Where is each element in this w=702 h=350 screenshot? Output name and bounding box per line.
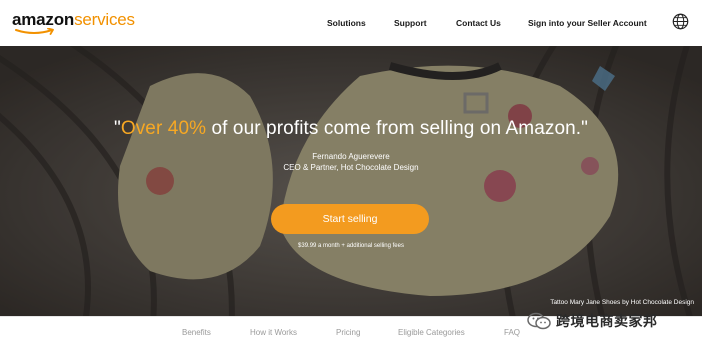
pricing-note: $39.99 a month + additional selling fees [298, 243, 404, 249]
quote-highlight: Over 40% [120, 118, 207, 139]
nav-contact-us[interactable]: Contact Us [456, 0, 501, 46]
start-selling-button[interactable]: Start selling [271, 204, 429, 234]
amazon-services-logo[interactable]: amazonservices [12, 9, 142, 39]
testimonial-quote: "Over 40% of our profits come from selli… [0, 118, 702, 140]
tab-pricing[interactable]: Pricing [336, 328, 360, 337]
site-header: amazonservices Solutions Support Contact… [0, 0, 702, 46]
quote-open-mark: " [113, 118, 121, 139]
tab-eligible-categories[interactable]: Eligible Categories [398, 328, 465, 337]
hero-overlay [0, 46, 702, 316]
quote-rest: of our profits come from selling on Amaz… [206, 118, 589, 139]
tab-benefits[interactable]: Benefits [182, 328, 211, 337]
testimonial-author: Fernando Aguerevere CEO & Partner, Hot C… [0, 151, 702, 173]
nav-sign-in[interactable]: Sign into your Seller Account [528, 0, 647, 46]
wechat-icon [527, 312, 551, 330]
tab-faq[interactable]: FAQ [504, 328, 520, 337]
image-caption: Tattoo Mary Jane Shoes by Hot Chocolate … [550, 299, 694, 306]
watermark: 跨境电商卖家邦 [526, 306, 658, 336]
nav-support[interactable]: Support [394, 0, 427, 46]
watermark-text: 跨境电商卖家邦 [556, 313, 658, 329]
smile-arrow-icon [15, 28, 54, 35]
logo-product: services [74, 10, 135, 29]
globe-icon[interactable] [672, 13, 689, 30]
hero-banner: "Over 40% of our profits come from selli… [0, 46, 702, 316]
logo-brand: amazon [12, 10, 75, 29]
author-name: Fernando Aguerevere [312, 152, 390, 161]
tab-how-it-works[interactable]: How it Works [250, 328, 297, 337]
nav-solutions[interactable]: Solutions [327, 0, 366, 46]
author-title: CEO & Partner, Hot Chocolate Design [283, 163, 419, 172]
